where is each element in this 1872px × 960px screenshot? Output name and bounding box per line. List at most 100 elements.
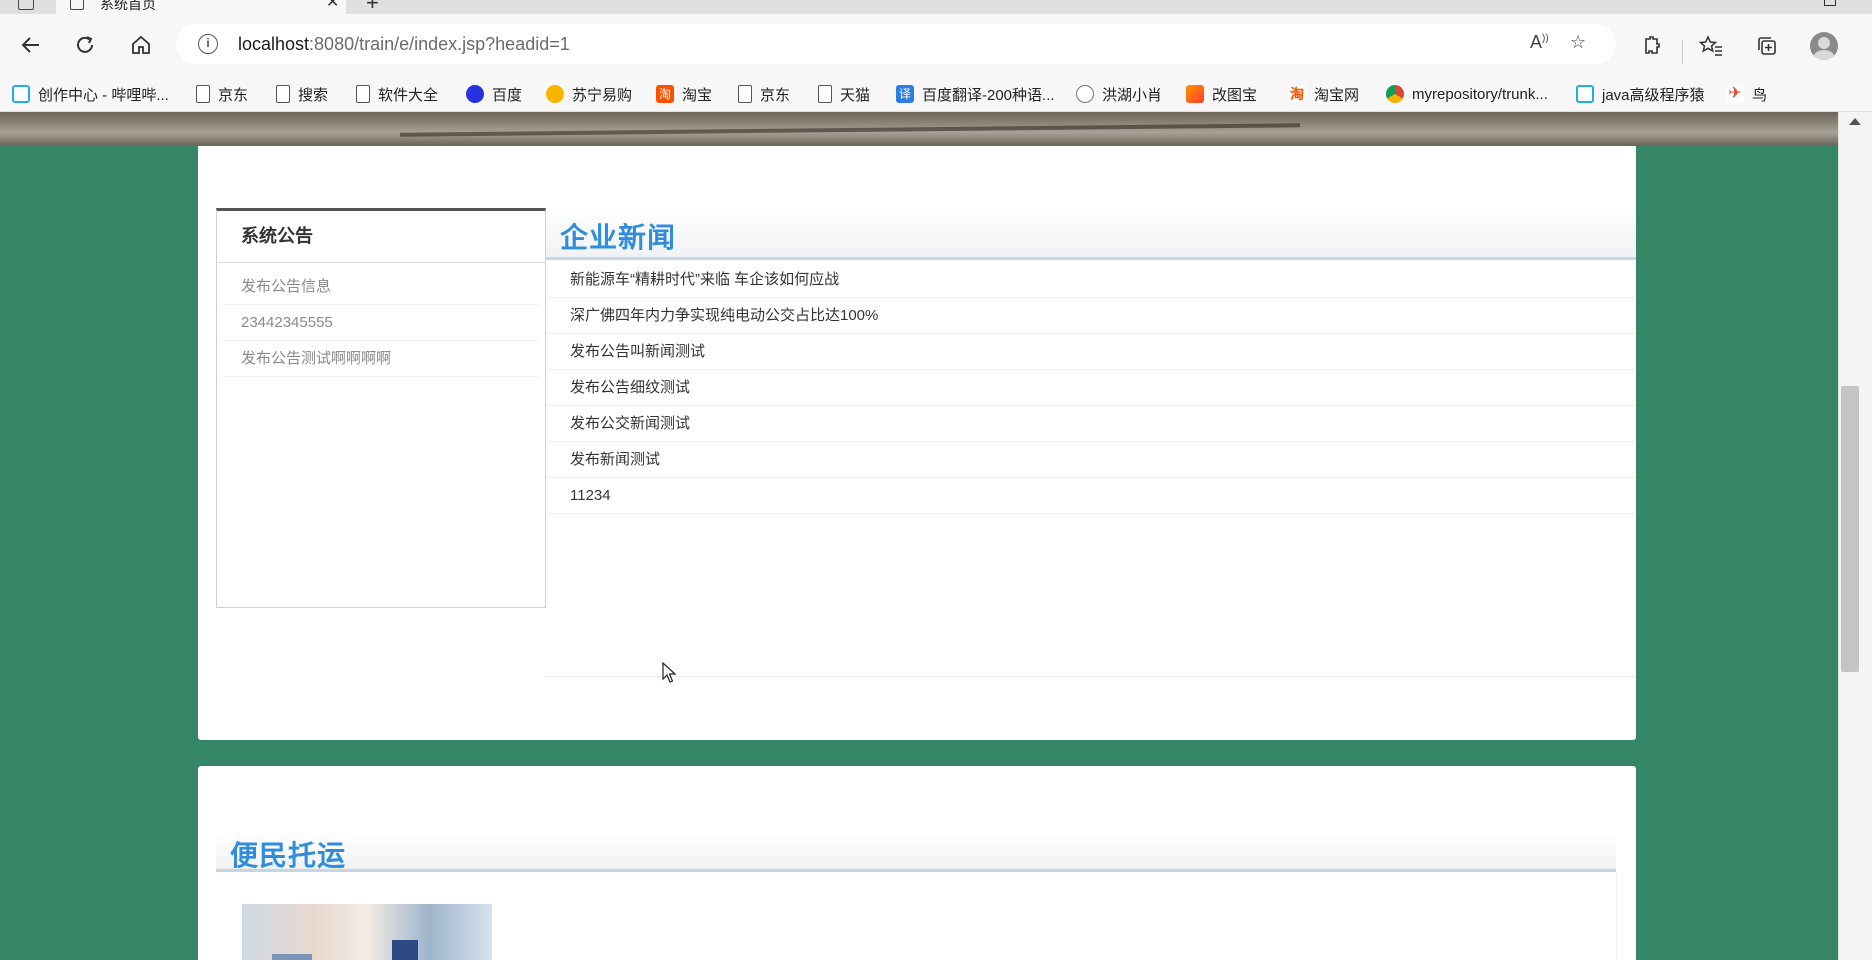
bookmark-item[interactable]: ✈ 鸟 — [1726, 84, 1767, 104]
back-button[interactable] — [14, 28, 48, 62]
tab-title: 系统首页 — [100, 0, 156, 12]
bookmark-label: 京东 — [218, 86, 249, 104]
bookmark-label: 洪湖小肖 — [1102, 86, 1163, 104]
news-item[interactable]: 深广佛四年内力争实现纯电动公交占比达100% — [546, 298, 1636, 334]
page-icon — [738, 85, 752, 103]
bookmark-label: 创作中心 - 哔哩哔... — [38, 86, 169, 104]
tab-strip: 系统首页 ✕ + — [0, 0, 1872, 14]
bookmark-item[interactable]: java高级程序猿 — [1576, 84, 1705, 104]
page-icon — [356, 85, 370, 103]
bookmark-item[interactable]: 百度 — [466, 84, 522, 104]
bilibili-icon — [1576, 85, 1594, 103]
shipping-title: 便民托运 — [230, 840, 347, 871]
bookmark-item[interactable]: 京东 — [196, 84, 248, 104]
chrome-icon — [1386, 85, 1404, 103]
address-bar[interactable]: i localhost:8080/train/e/index.jsp?headi… — [176, 24, 1616, 64]
home-icon — [132, 35, 150, 54]
shipping-panel: 便民托运 — [198, 766, 1636, 960]
bird-icon: ✈ — [1726, 85, 1744, 103]
bookmark-label: myrepository/trunk... — [1412, 85, 1548, 103]
extensions-icon[interactable] — [1638, 34, 1664, 58]
page-icon — [70, 0, 84, 10]
company-news-box: 企业新闻 新能源车“精耕时代”来临 车企该如何应战 深广佛四年内力争实现纯电动公… — [546, 208, 1636, 678]
info-icon[interactable]: i — [198, 34, 218, 54]
sidebar-toggle-icon[interactable] — [18, 0, 34, 10]
page-icon — [196, 85, 210, 103]
news-header: 企业新闻 — [546, 208, 1636, 260]
add-favorite-icon[interactable]: ☆ — [1570, 32, 1586, 53]
scroll-up-arrow-icon[interactable] — [1849, 118, 1861, 125]
news-list: 新能源车“精耕时代”来临 车企该如何应战 深广佛四年内力争实现纯电动公交占比达1… — [546, 262, 1636, 514]
reload-icon — [77, 36, 93, 53]
new-tab-icon[interactable]: + — [366, 0, 379, 14]
notice-item[interactable]: 发布公告信息 — [223, 269, 539, 305]
page-icon — [276, 85, 290, 103]
bookmark-item[interactable]: 软件大全 — [356, 84, 438, 104]
gaitubao-icon — [1186, 85, 1204, 103]
bookmark-label: java高级程序猿 — [1602, 86, 1705, 104]
bookmark-item[interactable]: 改图宝 — [1186, 84, 1257, 104]
system-notice-box: 系统公告 发布公告信息 23442345555 发布公告测试啊啊啊啊 — [216, 208, 546, 608]
bookmark-label: 百度 — [492, 86, 523, 104]
bookmark-item[interactable]: 天猫 — [818, 84, 870, 104]
shipping-image[interactable] — [242, 904, 492, 960]
url-host: localhost — [238, 34, 310, 54]
url-path: :8080/train/e/index.jsp?headid=1 — [309, 34, 570, 54]
restore-icon[interactable] — [1824, 0, 1836, 6]
news-item[interactable]: 发布新闻测试 — [546, 442, 1636, 478]
news-item[interactable]: 11234 — [546, 478, 1636, 514]
shipping-header: 便民托运 — [216, 832, 1616, 872]
page-scrollbar[interactable] — [1838, 112, 1872, 960]
bookmark-item[interactable]: 搜索 — [276, 84, 328, 104]
notice-item[interactable]: 23442345555 — [223, 305, 539, 341]
bookmark-label: 京东 — [760, 86, 791, 104]
bookmark-label: 搜索 — [298, 86, 329, 104]
reload-button[interactable] — [68, 28, 102, 62]
suning-icon — [546, 85, 564, 103]
favorites-icon[interactable] — [1698, 34, 1724, 58]
news-item[interactable]: 发布公告细纹测试 — [546, 370, 1636, 406]
url-text[interactable]: localhost:8080/train/e/index.jsp?headid=… — [238, 34, 570, 55]
bookmark-item[interactable]: 译百度翻译-200种语... — [896, 84, 1055, 104]
honghu-icon — [1076, 85, 1094, 103]
news-bottom-divider — [546, 676, 1636, 677]
bookmark-label: 天猫 — [840, 86, 871, 104]
bookmark-item[interactable]: 淘淘宝 — [656, 84, 712, 104]
profile-avatar[interactable] — [1810, 32, 1838, 60]
notice-item[interactable]: 发布公告测试啊啊啊啊 — [223, 341, 539, 377]
bookmark-item[interactable]: 创作中心 - 哔哩哔... — [12, 84, 169, 104]
news-title: 企业新闻 — [560, 222, 677, 253]
news-item[interactable]: 新能源车“精耕时代”来临 车企该如何应战 — [546, 262, 1636, 298]
bilibili-icon — [12, 85, 30, 103]
read-aloud-icon[interactable]: A)) — [1530, 32, 1549, 53]
mouse-cursor-icon — [662, 662, 677, 683]
news-panel: 系统公告 发布公告信息 23442345555 发布公告测试啊啊啊啊 企业新闻 … — [198, 146, 1636, 740]
baidu-icon — [466, 85, 484, 103]
bookmark-item[interactable]: 淘淘宝网 — [1288, 84, 1359, 104]
home-button[interactable] — [124, 28, 158, 62]
bookmarks-bar: 创作中心 - 哔哩哔... 京东 搜索 软件大全 百度 苏宁易购 淘淘宝 京东 … — [0, 76, 1872, 112]
news-item[interactable]: 发布公告叫新闻测试 — [546, 334, 1636, 370]
bookmark-item[interactable]: 苏宁易购 — [546, 84, 632, 104]
close-icon[interactable]: ✕ — [326, 0, 339, 12]
notice-title: 系统公告 — [217, 211, 545, 263]
bookmark-label: 淘宝 — [682, 86, 713, 104]
taobao-icon: 淘 — [1288, 85, 1306, 103]
bookmark-label: 百度翻译-200种语... — [922, 86, 1055, 104]
scroll-thumb[interactable] — [1841, 386, 1859, 672]
bookmark-label: 苏宁易购 — [572, 86, 633, 104]
page-viewport: 系统公告 发布公告信息 23442345555 发布公告测试啊啊啊啊 企业新闻 … — [0, 112, 1838, 960]
notice-list: 发布公告信息 23442345555 发布公告测试啊啊啊啊 — [217, 263, 545, 377]
collections-icon[interactable] — [1754, 34, 1780, 58]
back-arrow-icon — [21, 37, 39, 53]
bookmark-item[interactable]: 洪湖小肖 — [1076, 84, 1162, 104]
translate-icon: 译 — [896, 85, 914, 103]
bookmark-item[interactable]: myrepository/trunk... — [1386, 84, 1548, 104]
bookmark-label: 改图宝 — [1212, 86, 1258, 104]
bookmark-item[interactable]: 京东 — [738, 84, 790, 104]
toolbar-separator — [1682, 40, 1683, 64]
news-item[interactable]: 发布公交新闻测试 — [546, 406, 1636, 442]
page-icon — [818, 85, 832, 103]
shipping-divider — [1616, 872, 1617, 960]
bookmark-label: 软件大全 — [378, 86, 439, 104]
